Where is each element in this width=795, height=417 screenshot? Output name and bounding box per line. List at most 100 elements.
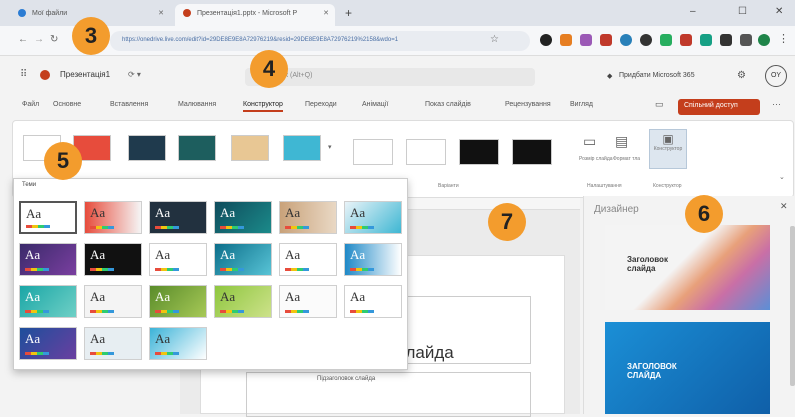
theme-option[interactable]: Aa bbox=[84, 243, 142, 276]
theme-thumbnail[interactable] bbox=[283, 135, 321, 161]
theme-option[interactable]: Aa bbox=[214, 243, 272, 276]
theme-thumbnail[interactable] bbox=[128, 135, 166, 161]
theme-option[interactable]: Aa bbox=[214, 201, 272, 234]
theme-sample-text: Aa bbox=[285, 289, 301, 304]
theme-color-swatch bbox=[285, 226, 309, 229]
extension-icon[interactable] bbox=[540, 34, 552, 46]
theme-option[interactable]: Aa bbox=[19, 285, 77, 318]
maximize-icon[interactable]: ☐ bbox=[738, 6, 747, 17]
extension-icon[interactable] bbox=[700, 34, 712, 46]
subtitle-placeholder[interactable]: Підзаголовок слайда bbox=[246, 372, 531, 417]
extension-icon[interactable] bbox=[620, 34, 632, 46]
callout-badge: 7 bbox=[488, 203, 526, 241]
theme-option[interactable]: Aa bbox=[84, 285, 142, 318]
save-status-icon[interactable]: ⟳ ▾ bbox=[128, 70, 141, 79]
onedrive-icon bbox=[18, 9, 26, 17]
theme-option[interactable]: Aa bbox=[279, 243, 337, 276]
app-header: ⠿ Презентація1 ⟳ ▾ Пошук (Alt+Q) ⌕ ◆ При… bbox=[0, 56, 795, 94]
share-button[interactable]: Спільний доступ bbox=[678, 99, 760, 115]
avatar[interactable]: OY bbox=[765, 65, 787, 87]
theme-option[interactable]: Aa bbox=[19, 243, 77, 276]
url-input[interactable]: https://onedrive.live.com/edit?id=29DE8E… bbox=[110, 31, 530, 51]
theme-option[interactable]: Aa bbox=[344, 201, 402, 234]
new-tab-button[interactable]: + bbox=[345, 6, 352, 20]
tab-file[interactable]: Файл bbox=[22, 101, 39, 108]
theme-option[interactable]: Aa bbox=[19, 201, 77, 234]
more-icon[interactable]: ⋯ bbox=[772, 99, 781, 110]
theme-sample-text: Aa bbox=[155, 289, 171, 304]
slide-size-icon[interactable]: ▭ bbox=[583, 133, 596, 150]
extension-icon[interactable] bbox=[640, 34, 652, 46]
tab-view[interactable]: Вигляд bbox=[570, 101, 593, 108]
variant-thumbnail[interactable] bbox=[459, 139, 499, 165]
theme-sample-text: Aa bbox=[26, 206, 42, 221]
theme-option[interactable]: Aa bbox=[149, 327, 207, 360]
variant-thumbnail[interactable] bbox=[512, 139, 552, 165]
back-icon[interactable]: ← bbox=[18, 34, 28, 45]
designer-button[interactable]: ▣ Конструктор bbox=[649, 129, 687, 169]
buy-microsoft-link[interactable]: Придбати Microsoft 365 bbox=[619, 72, 695, 79]
browser-tab-presentation[interactable]: Презентація1.pptx - Microsoft P ✕ bbox=[175, 4, 335, 26]
theme-color-swatch bbox=[155, 310, 179, 313]
tab-slideshow[interactable]: Показ слайдів bbox=[425, 101, 471, 108]
theme-option[interactable]: Aa bbox=[344, 285, 402, 318]
format-background-icon[interactable]: ▤ bbox=[615, 133, 628, 150]
collapse-ribbon-icon[interactable]: ⌄ bbox=[779, 173, 785, 181]
scrollbar[interactable] bbox=[790, 226, 795, 386]
slide-size-label[interactable]: Розмір слайда bbox=[579, 156, 613, 162]
theme-sample-text: Aa bbox=[220, 205, 236, 220]
extension-icon[interactable] bbox=[680, 34, 692, 46]
file-name[interactable]: Презентація1 bbox=[60, 70, 110, 79]
theme-option[interactable]: Aa bbox=[84, 327, 142, 360]
theme-color-swatch bbox=[220, 268, 244, 271]
extension-icon[interactable] bbox=[740, 34, 752, 46]
themes-scroll-icon[interactable]: ▾ bbox=[328, 143, 332, 151]
app-launcher-icon[interactable]: ⠿ bbox=[20, 69, 27, 80]
tab-design[interactable]: Конструктор bbox=[243, 101, 283, 112]
extension-icon[interactable] bbox=[600, 34, 612, 46]
extension-icon[interactable] bbox=[560, 34, 572, 46]
tab-draw[interactable]: Малювання bbox=[178, 101, 216, 108]
theme-option[interactable]: Aa bbox=[149, 285, 207, 318]
search-input[interactable]: Пошук (Alt+Q) bbox=[245, 68, 535, 86]
theme-sample-text: Aa bbox=[285, 247, 301, 262]
format-background-label[interactable]: Формат тла bbox=[613, 156, 640, 162]
close-icon[interactable]: ✕ bbox=[780, 201, 788, 212]
close-window-icon[interactable]: ✕ bbox=[775, 6, 783, 17]
forward-icon[interactable]: → bbox=[34, 34, 44, 45]
extension-icon[interactable] bbox=[720, 34, 732, 46]
tab-review[interactable]: Рецензування bbox=[505, 101, 551, 108]
bookmark-star-icon[interactable]: ☆ bbox=[490, 34, 499, 45]
profile-icon[interactable] bbox=[758, 34, 770, 46]
theme-option[interactable]: Aa bbox=[279, 285, 337, 318]
minimize-icon[interactable]: – bbox=[690, 6, 696, 17]
theme-option[interactable]: Aa bbox=[149, 243, 207, 276]
theme-sample-text: Aa bbox=[350, 247, 366, 262]
tab-transitions[interactable]: Переходи bbox=[305, 101, 337, 108]
gear-icon[interactable]: ⚙ bbox=[737, 70, 746, 81]
themes-title: Теми bbox=[22, 182, 37, 188]
reload-icon[interactable]: ↻ bbox=[50, 34, 58, 45]
theme-option[interactable]: Aa bbox=[149, 201, 207, 234]
comment-icon[interactable]: ▭ bbox=[655, 99, 664, 110]
tab-home[interactable]: Основне bbox=[53, 101, 81, 108]
design-idea-card[interactable]: ЗАГОЛОВОК СЛАЙДА bbox=[605, 322, 770, 414]
theme-thumbnail[interactable] bbox=[178, 135, 216, 161]
extension-icon[interactable] bbox=[660, 34, 672, 46]
theme-option[interactable]: Aa bbox=[84, 201, 142, 234]
theme-thumbnail[interactable] bbox=[231, 135, 269, 161]
theme-option[interactable]: Aa bbox=[344, 243, 402, 276]
close-tab-icon[interactable]: ✕ bbox=[158, 9, 164, 17]
theme-option[interactable]: Aa bbox=[279, 201, 337, 234]
theme-option[interactable]: Aa bbox=[19, 327, 77, 360]
tab-insert[interactable]: Вставлення bbox=[110, 101, 148, 108]
theme-option[interactable]: Aa bbox=[214, 285, 272, 318]
design-idea-card[interactable]: Заголовок слайда bbox=[605, 225, 770, 310]
extension-icon[interactable] bbox=[580, 34, 592, 46]
variant-thumbnail[interactable] bbox=[353, 139, 393, 165]
tab-animations[interactable]: Анімації bbox=[362, 101, 388, 108]
close-tab-icon[interactable]: ✕ bbox=[323, 9, 329, 17]
theme-color-swatch bbox=[220, 226, 244, 229]
more-icon[interactable]: ⋮ bbox=[778, 32, 789, 45]
variant-thumbnail[interactable] bbox=[406, 139, 446, 165]
